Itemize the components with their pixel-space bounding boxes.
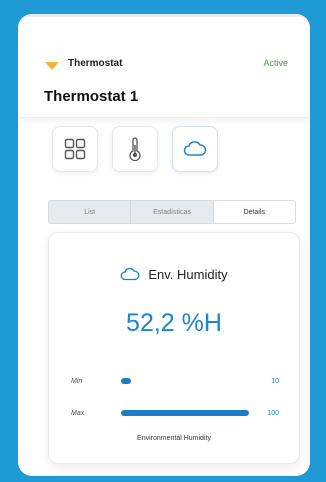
device-row: Thermostat xyxy=(44,56,122,70)
humidity-view-button[interactable] xyxy=(172,126,218,172)
tab-statistics[interactable]: Estadísticas xyxy=(131,201,214,223)
min-bar xyxy=(121,378,249,384)
card-header: Env. Humidity xyxy=(49,267,299,282)
device-header: Thermostat Active Thermostat 1 xyxy=(18,18,310,118)
app-window: Thermostat Active Thermostat 1 List Esta… xyxy=(18,14,310,476)
thermometer-icon xyxy=(129,137,141,161)
tab-bar: List Estadísticas Details xyxy=(48,200,296,224)
card-title: Env. Humidity xyxy=(148,267,228,282)
humidity-value: 52,2 %H xyxy=(126,309,222,337)
grid-icon xyxy=(64,138,86,160)
status-badge: Active xyxy=(263,58,288,68)
min-label: Min xyxy=(71,377,83,385)
max-label: Max xyxy=(71,409,85,417)
max-bar-fill xyxy=(121,410,249,416)
cloud-icon xyxy=(183,141,207,156)
device-name: Thermostat xyxy=(68,57,123,69)
page-title: Thermostat 1 xyxy=(44,88,139,105)
view-selector xyxy=(52,126,218,172)
max-bar xyxy=(121,410,249,416)
max-row: Max 100 xyxy=(71,407,279,419)
dashboard-view-button[interactable] xyxy=(52,126,98,172)
tab-list[interactable]: List xyxy=(49,201,132,223)
tab-details[interactable]: Details xyxy=(213,201,295,223)
card-caption: Environmental Humidity xyxy=(137,435,211,442)
min-value: 10 xyxy=(271,377,279,385)
humidity-card: Env. Humidity 52,2 %H Min 10 Max 100 Env… xyxy=(48,232,300,464)
cloud-icon xyxy=(120,267,140,281)
top-divider xyxy=(18,14,310,17)
min-bar-fill xyxy=(121,378,131,384)
thermostat-icon xyxy=(44,58,60,70)
min-row: Min 10 xyxy=(71,375,279,387)
temperature-view-button[interactable] xyxy=(112,126,158,172)
max-value: 100 xyxy=(267,409,279,417)
